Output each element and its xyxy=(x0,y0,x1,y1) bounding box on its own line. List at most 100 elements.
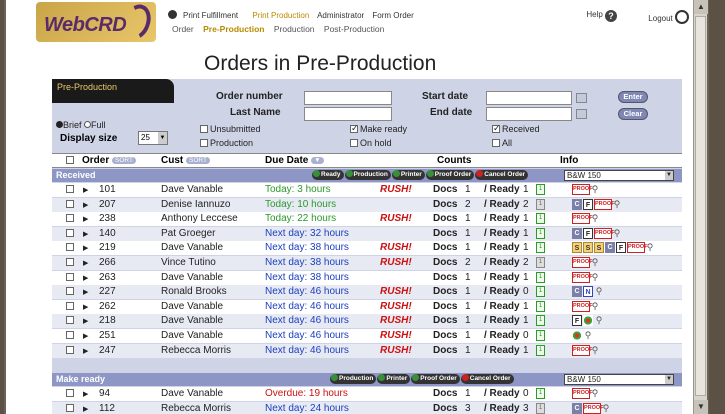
full-radio[interactable] xyxy=(84,121,92,128)
cust-sort-button[interactable]: SORT xyxy=(186,157,210,164)
magnifier-icon[interactable]: ⚲ xyxy=(594,286,604,297)
display-size-select[interactable]: 25 ▼ xyxy=(138,131,168,145)
order-number[interactable]: 218 xyxy=(99,315,116,326)
top-nav-form-order[interactable]: Form Order xyxy=(372,11,413,20)
received-printer-select[interactable]: B&W 150 ▼ xyxy=(564,170,674,181)
table-row[interactable]: ▶ 263 Dave Vanable Next day: 38 hours Docs 1/… xyxy=(52,270,682,285)
proof-icon[interactable]: PROOF xyxy=(583,402,604,414)
document-icon[interactable]: 1 xyxy=(536,227,545,239)
table-row[interactable]: ▶ 247 Rebecca Morris Next day: 46 hours RUSH… xyxy=(52,343,682,358)
brief-radio[interactable] xyxy=(56,121,63,128)
unsubmitted-checkbox[interactable] xyxy=(200,125,208,133)
order-number-input[interactable] xyxy=(304,91,392,105)
row-checkbox[interactable] xyxy=(66,214,74,223)
magnifier-icon[interactable]: ⚲ xyxy=(594,315,604,326)
expand-triangle-icon[interactable]: ▶ xyxy=(83,332,88,340)
select-all-checkbox[interactable] xyxy=(66,156,74,164)
help-link[interactable]: Help ? xyxy=(586,10,617,22)
table-row[interactable]: ▶ 101 Dave Vanable Today: 3 hours RUSH! Docs 1… xyxy=(52,183,682,197)
document-icon[interactable]: 1 xyxy=(536,242,545,254)
magnifier-icon[interactable]: ⚲ xyxy=(590,184,600,195)
all-checkbox[interactable] xyxy=(492,139,500,147)
filter-make-ready[interactable]: Make ready xyxy=(350,123,407,134)
expand-triangle-icon[interactable]: ▶ xyxy=(83,390,88,398)
document-icon[interactable]: 1 xyxy=(536,286,545,298)
document-icon[interactable]: 1 xyxy=(536,257,545,268)
document-icon[interactable]: 1 xyxy=(536,198,545,210)
order-number[interactable]: 207 xyxy=(99,199,116,210)
top-nav-print-fulfillment[interactable]: Print Fulfillment xyxy=(168,10,244,20)
magnifier-icon[interactable]: ⚲ xyxy=(590,388,600,399)
proof-icon[interactable]: PROOF xyxy=(572,300,593,312)
magnifier-icon[interactable]: ⚲ xyxy=(612,228,622,239)
top-nav-print-production[interactable]: Print Production xyxy=(252,11,309,20)
order-number[interactable]: 219 xyxy=(99,242,116,253)
magnifier-icon[interactable]: ⚲ xyxy=(612,199,622,210)
order-number[interactable]: 140 xyxy=(99,228,116,239)
scroll-down-icon[interactable]: ▼ xyxy=(694,400,708,414)
expand-triangle-icon[interactable]: ▶ xyxy=(83,201,88,209)
start-date-input[interactable] xyxy=(486,91,572,105)
filter-production[interactable]: Production xyxy=(200,138,253,148)
production-button[interactable]: Production xyxy=(330,374,377,384)
order-sort-button[interactable]: SORT xyxy=(112,157,136,164)
scroll-up-icon[interactable]: ▲ xyxy=(694,0,708,14)
start-date-calendar-icon[interactable] xyxy=(576,93,587,103)
document-icon[interactable]: 1 xyxy=(536,300,545,312)
row-checkbox[interactable] xyxy=(66,243,74,252)
order-number[interactable]: 94 xyxy=(99,388,110,399)
expand-triangle-icon[interactable]: ▶ xyxy=(83,259,88,267)
document-icon[interactable]: 1 xyxy=(536,388,545,399)
sub-nav-order[interactable]: Order xyxy=(172,24,194,34)
document-icon[interactable]: 1 xyxy=(536,402,545,414)
table-row[interactable]: ▶ 207 Denise Iannuzo Today: 10 hours Docs 2/ … xyxy=(52,197,682,212)
proof-order-button[interactable]: Proof Order xyxy=(411,374,460,384)
ready-button[interactable]: Ready xyxy=(312,170,344,180)
table-row[interactable]: ▶ 94 Dave Vanable Overdue: 19 hours Docs 1 / R… xyxy=(52,387,682,401)
expand-triangle-icon[interactable]: ▶ xyxy=(83,317,88,325)
magnifier-icon[interactable]: ⚲ xyxy=(590,272,600,283)
end-date-input[interactable] xyxy=(486,107,572,121)
sub-nav-production[interactable]: Production xyxy=(274,24,315,34)
document-icon[interactable]: 1 xyxy=(536,213,545,225)
row-checkbox[interactable] xyxy=(66,403,74,412)
proof-icon[interactable]: PROOF xyxy=(627,242,648,254)
expand-triangle-icon[interactable]: ▶ xyxy=(83,244,88,252)
magnifier-icon[interactable]: ⚲ xyxy=(590,257,600,268)
vertical-scrollbar[interactable]: ▲ ▼ xyxy=(693,0,708,414)
order-number[interactable]: 247 xyxy=(99,345,116,356)
clear-button[interactable]: Clear xyxy=(618,108,648,120)
top-nav-administrator[interactable]: Administrator xyxy=(317,11,364,20)
table-row[interactable]: ▶ 140 Pat Groeger Next day: 32 hours Docs 1/ … xyxy=(52,226,682,241)
document-icon[interactable]: 1 xyxy=(536,330,545,341)
cancel-order-button[interactable]: Cancel Order xyxy=(475,170,529,180)
row-checkbox[interactable] xyxy=(66,228,74,237)
order-number[interactable]: 251 xyxy=(99,330,116,341)
magnifier-icon[interactable]: ⚲ xyxy=(601,403,611,414)
enter-button[interactable]: Enter xyxy=(618,91,648,103)
printer-button[interactable]: Printer xyxy=(377,374,411,384)
filter-all[interactable]: All xyxy=(492,138,512,148)
table-row[interactable]: ▶ 262 Dave Vanable Next day: 46 hours RUSH! D… xyxy=(52,299,682,314)
logout-link[interactable]: Logout xyxy=(648,10,689,24)
row-checkbox[interactable] xyxy=(66,345,74,354)
table-row[interactable]: ▶ 219 Dave Vanable Next day: 38 hours RUSH! D… xyxy=(52,241,682,256)
expand-triangle-icon[interactable]: ▶ xyxy=(83,186,88,194)
sub-nav-pre-production[interactable]: Pre-Production xyxy=(203,24,264,34)
production-button[interactable]: Production xyxy=(344,170,391,180)
expand-triangle-icon[interactable]: ▶ xyxy=(83,288,88,296)
row-checkbox[interactable] xyxy=(66,272,74,281)
magnifier-icon[interactable]: ⚲ xyxy=(590,213,600,224)
proof-icon[interactable]: PROOF xyxy=(572,184,593,195)
magnifier-icon[interactable]: ⚲ xyxy=(590,301,600,312)
proof-icon[interactable]: PROOF xyxy=(572,213,593,225)
make-ready-checkbox[interactable] xyxy=(350,123,359,134)
filter-received[interactable]: Received xyxy=(492,123,540,134)
expand-triangle-icon[interactable]: ▶ xyxy=(83,215,88,223)
filter-on-hold[interactable]: On hold xyxy=(350,138,392,148)
document-icon[interactable]: 1 xyxy=(536,271,545,283)
order-number[interactable]: 101 xyxy=(99,184,116,195)
magnifier-icon[interactable]: ⚲ xyxy=(645,242,655,253)
expand-triangle-icon[interactable]: ▶ xyxy=(83,347,88,355)
row-checkbox[interactable] xyxy=(66,331,74,339)
